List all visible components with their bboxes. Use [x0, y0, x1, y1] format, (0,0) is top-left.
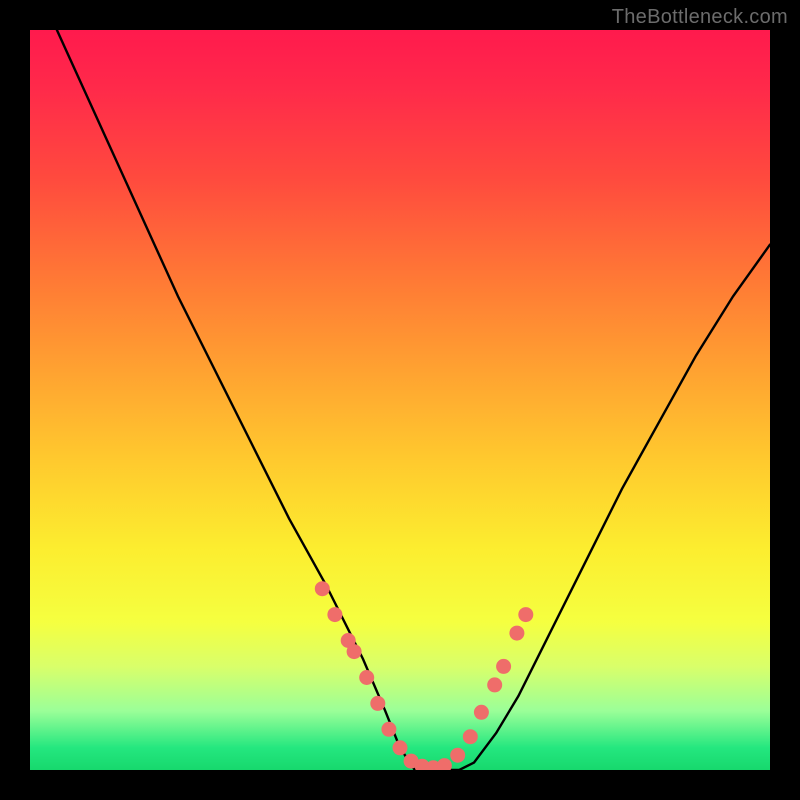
marker-dot	[450, 748, 465, 763]
marker-dot	[359, 670, 374, 685]
marker-dot	[315, 581, 330, 596]
marker-dot	[393, 740, 408, 755]
marker-dot	[509, 626, 524, 641]
marker-dot	[496, 659, 511, 674]
plot-svg	[30, 30, 770, 770]
marker-dot	[437, 758, 452, 770]
marker-dot	[463, 729, 478, 744]
marker-dot	[370, 696, 385, 711]
plot-frame	[30, 30, 770, 770]
marker-dot	[487, 677, 502, 692]
marker-dot	[474, 705, 489, 720]
marker-dot	[381, 722, 396, 737]
highlight-markers	[315, 581, 534, 770]
main-curve	[30, 30, 770, 770]
watermark-label: TheBottleneck.com	[612, 6, 788, 29]
marker-dot	[327, 607, 342, 622]
marker-dot	[518, 607, 533, 622]
marker-dot	[347, 644, 362, 659]
